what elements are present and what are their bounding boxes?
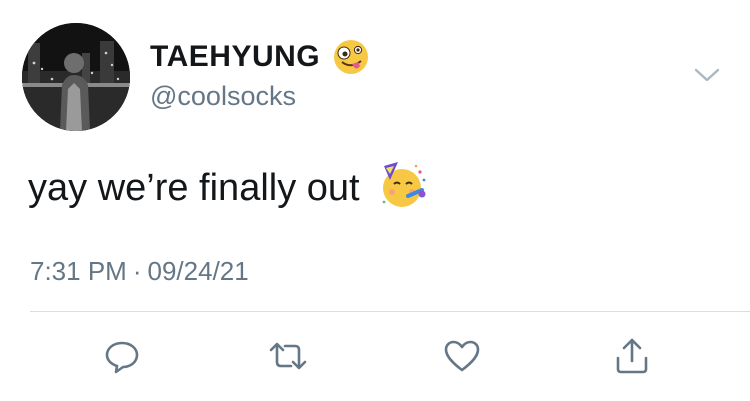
reply-button[interactable] (100, 334, 144, 378)
chevron-down-icon[interactable] (692, 64, 722, 86)
share-icon (616, 338, 648, 374)
tweet-date: 09/24/21 (147, 256, 249, 286)
heart-icon (444, 340, 480, 372)
reply-icon (105, 341, 139, 374)
tweet-card: TAEHYUNG @coolsocks yay we’re finally ou… (0, 0, 750, 401)
display-name[interactable]: TAEHYUNG (150, 40, 320, 74)
meta-separator: · (132, 256, 142, 286)
zany-face-emoji-icon (332, 38, 370, 76)
profile-photo-icon (22, 23, 130, 131)
like-button[interactable] (440, 334, 484, 378)
tweet-text: yay we’re finally out (28, 167, 360, 209)
retweet-button[interactable] (266, 334, 310, 378)
retweet-icon (269, 342, 307, 370)
tweet-time: 7:31 PM (30, 256, 127, 286)
partying-face-emoji-icon (378, 158, 428, 210)
avatar[interactable] (22, 23, 130, 131)
tweet-timestamp[interactable]: 7:31 PM · 09/24/21 (30, 256, 249, 286)
user-handle[interactable]: @coolsocks (150, 80, 296, 112)
divider (30, 311, 750, 312)
share-button[interactable] (610, 334, 654, 378)
